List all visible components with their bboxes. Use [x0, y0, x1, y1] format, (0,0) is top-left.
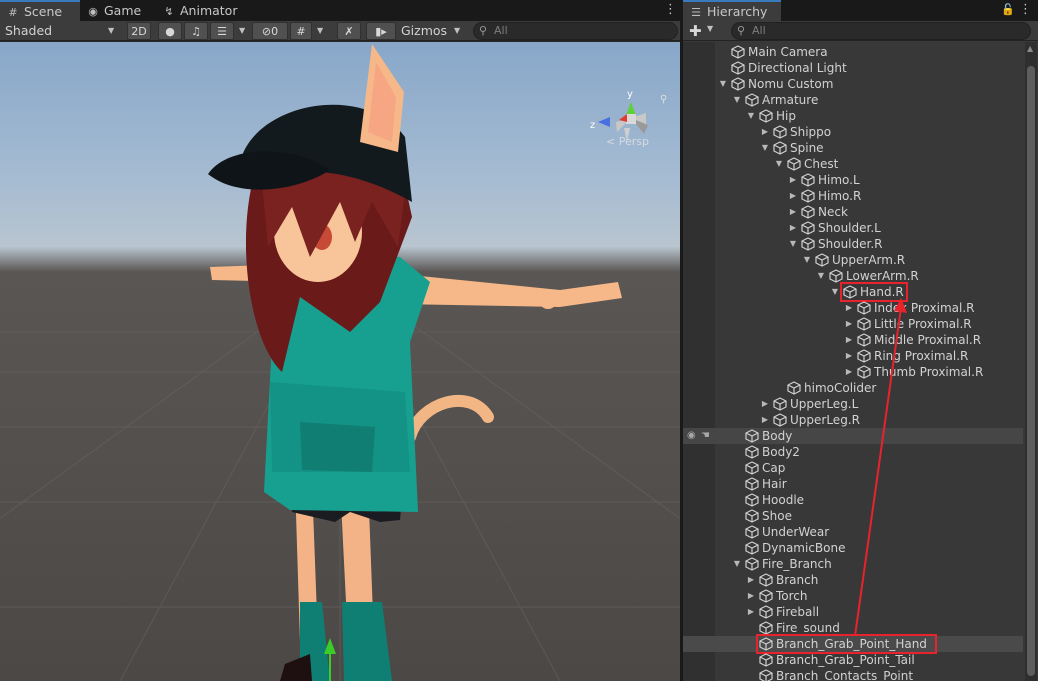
mode-2d-toggle[interactable]: 2D [127, 22, 151, 40]
annotation-arrow [854, 298, 907, 637]
chevron-down-icon: ▼ [108, 26, 115, 35]
character-model [208, 44, 622, 681]
tools-icon: ✗ [344, 25, 354, 38]
effects-chevron-down-icon[interactable]: ▼ [239, 26, 245, 35]
gizmos-chevron-down-icon: ▼ [454, 26, 461, 35]
gizmos-dropdown[interactable]: Gizmos ▼ [398, 22, 466, 40]
search-icon: ⚲ [479, 24, 488, 37]
shading-mode-dropdown[interactable]: Shaded ▼ [2, 22, 120, 40]
layers-icon: ☰ [217, 25, 227, 38]
gizmo-lock-icon[interactable]: ⚲ [660, 94, 667, 105]
grid-chevron-down-icon[interactable]: ▼ [317, 26, 323, 35]
grid-snap-icon: # [296, 25, 306, 38]
lightbulb-icon: ● [165, 25, 175, 38]
effects-toggle[interactable]: ☰ [210, 22, 234, 40]
tools-toggle[interactable]: ✗ [337, 22, 361, 40]
projection-label[interactable]: < Persp [606, 135, 649, 148]
tab-game[interactable]: ◉ Game [80, 0, 158, 21]
audio-toggle[interactable]: ♫ [184, 22, 208, 40]
speaker-icon: ♫ [191, 25, 201, 38]
svg-text:y: y [627, 89, 633, 100]
hidden-eye-icon: ⊘ [261, 25, 272, 38]
svg-text:z: z [590, 120, 595, 131]
camera-dropdown[interactable]: ▮▸ [366, 22, 396, 40]
scene-toolbar: Shaded ▼ 2D ● ♫ ☰ ▼ ⊘0 # ▼ ✗ ▮▸ Gizmos ▼… [0, 21, 680, 41]
grid-toggle[interactable]: # [290, 22, 312, 40]
scene-panel: # Scene ◉ Game ↯ Animator ⋮ Shaded ▼ 2D ● ♫… [0, 0, 680, 681]
scene-more-icon[interactable]: ⋮ [664, 2, 677, 17]
tab-animator[interactable]: ↯ Animator [156, 0, 246, 21]
animator-icon: ↯ [164, 5, 174, 18]
scene-search-input[interactable]: ⚲ All [473, 22, 678, 40]
lighting-toggle[interactable]: ● [158, 22, 182, 40]
scene-render [0, 44, 680, 681]
scene-viewport[interactable]: y z ⚲ < Persp [0, 42, 680, 681]
tab-scene[interactable]: # Scene [0, 0, 80, 21]
camera-icon: ▮▸ [375, 25, 387, 38]
scene-tabbar: # Scene ◉ Game ↯ Animator ⋮ [0, 0, 680, 21]
scene-visibility-toggle[interactable]: ⊘0 [252, 22, 288, 40]
grid-icon: # [8, 6, 18, 19]
gamepad-icon: ◉ [88, 5, 98, 18]
